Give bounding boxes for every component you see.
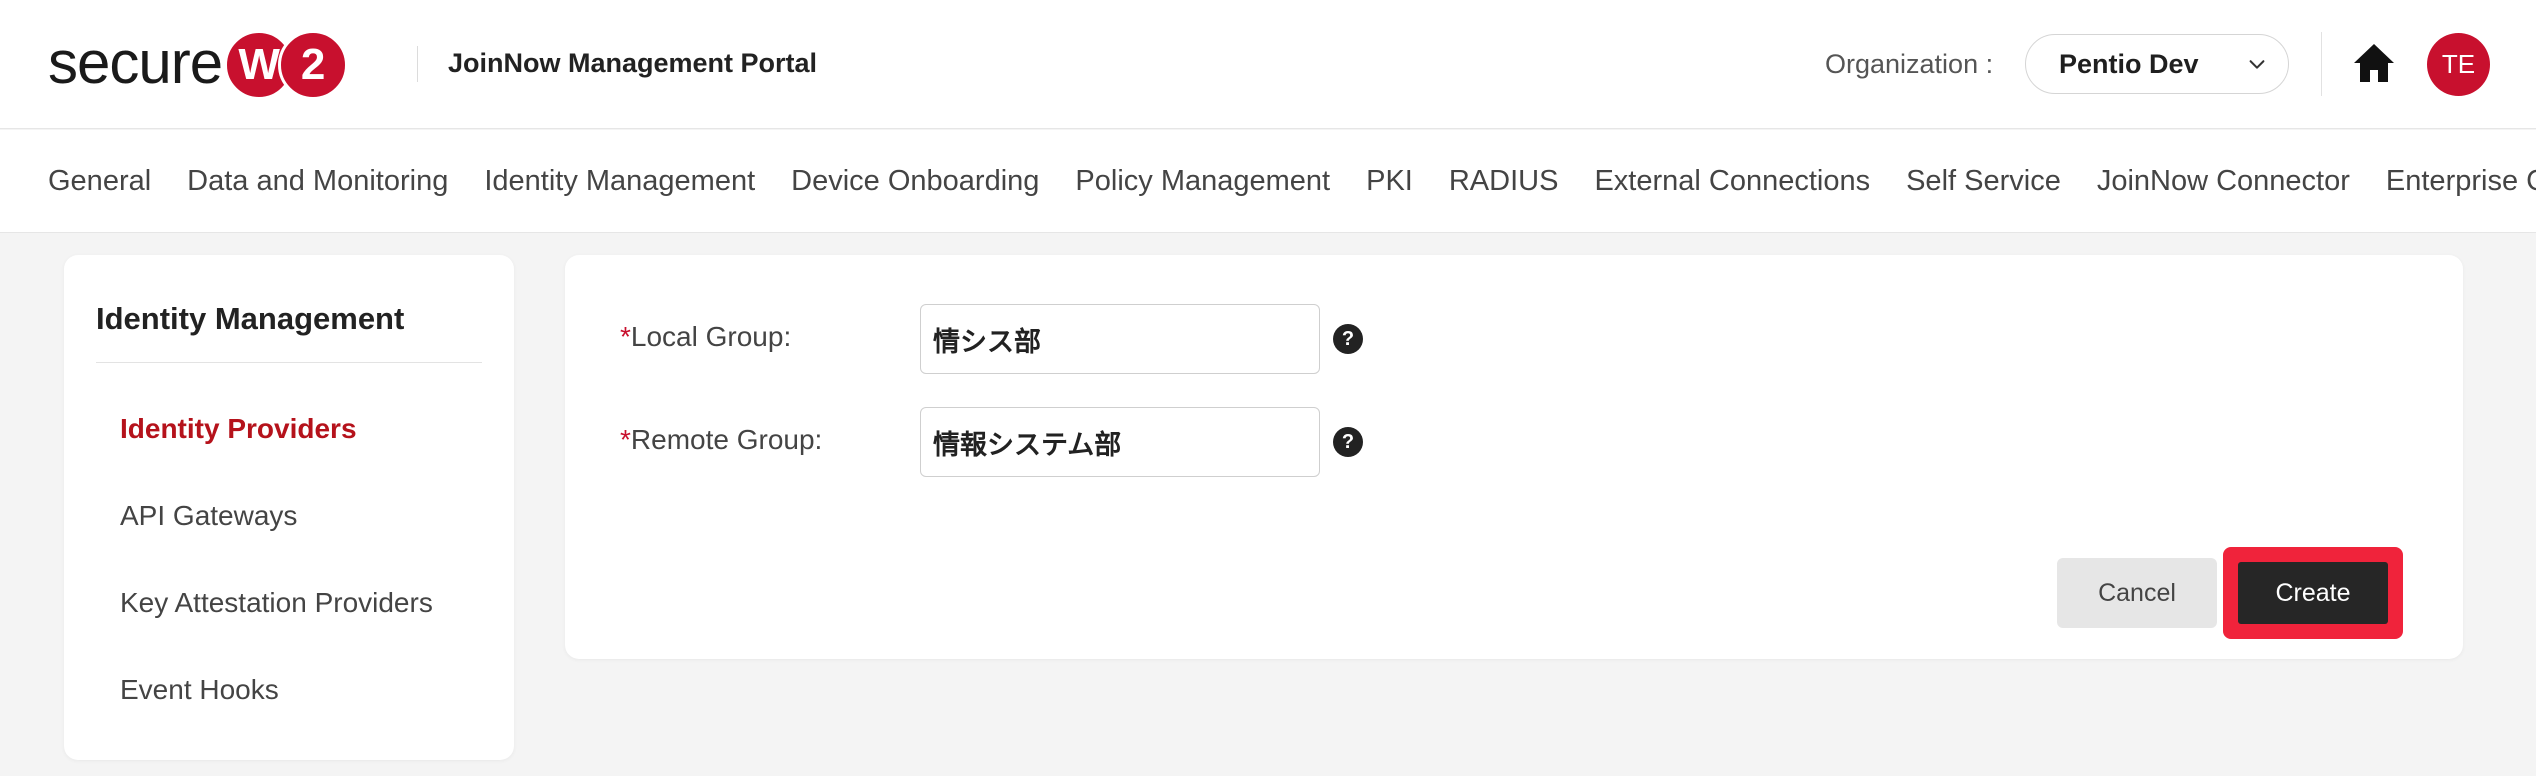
chevron-down-icon: [2249, 60, 2265, 69]
nav-joinnow-connector[interactable]: JoinNow Connector: [2097, 165, 2350, 198]
sidebar-item-identity-providers[interactable]: Identity Providers: [120, 413, 357, 445]
sidebar-item-key-attestation-providers[interactable]: Key Attestation Providers: [120, 587, 433, 619]
nav-enterprise-client[interactable]: Enterprise Client: [2386, 165, 2536, 198]
local-group-input[interactable]: [920, 304, 1320, 374]
help-icon[interactable]: ?: [1333, 324, 1363, 354]
local-group-label-text: Local Group:: [630, 321, 792, 352]
nav-data-and-monitoring[interactable]: Data and Monitoring: [187, 165, 448, 198]
required-marker: *: [620, 424, 631, 455]
organization-label: Organization :: [1825, 49, 1994, 79]
cancel-button[interactable]: Cancel: [2057, 558, 2217, 628]
logo-badge-2: 2: [278, 30, 349, 100]
header-divider: [417, 46, 418, 82]
app-header: secure W 2 JoinNow Management Portal Org…: [0, 0, 2536, 129]
nav-policy-management[interactable]: Policy Management: [1075, 165, 1330, 198]
logo-badge: W 2: [224, 30, 349, 100]
sidebar-item-api-gateways[interactable]: API Gateways: [120, 500, 297, 532]
logo-wordmark: secure: [48, 29, 223, 96]
user-avatar[interactable]: TE: [2427, 33, 2490, 96]
local-group-label: *Local Group:: [620, 321, 791, 353]
nav-general[interactable]: General: [48, 165, 151, 198]
nav-device-onboarding[interactable]: Device Onboarding: [791, 165, 1039, 198]
remote-group-label: *Remote Group:: [620, 424, 822, 456]
nav-identity-management[interactable]: Identity Management: [484, 165, 755, 198]
organization-select[interactable]: Pentio Dev: [2025, 34, 2289, 94]
remote-group-label-text: Remote Group:: [630, 424, 823, 455]
required-marker: *: [620, 321, 631, 352]
nav-self-service[interactable]: Self Service: [1906, 165, 2061, 198]
create-button[interactable]: Create: [2238, 562, 2388, 624]
remote-group-input[interactable]: [920, 407, 1320, 477]
home-icon[interactable]: [2352, 42, 2396, 84]
sidebar-panel: Identity Management Identity Providers A…: [64, 255, 514, 760]
securew2-logo[interactable]: secure W 2: [48, 29, 349, 100]
sidebar-title: Identity Management: [96, 301, 405, 336]
sidebar-divider: [96, 362, 482, 363]
group-mapping-form: *Local Group: ? *Remote Group: ? Cancel …: [565, 255, 2463, 659]
sidebar-item-event-hooks[interactable]: Event Hooks: [120, 674, 279, 706]
help-icon[interactable]: ?: [1333, 427, 1363, 457]
organization-value: Pentio Dev: [2059, 48, 2199, 79]
nav-radius[interactable]: RADIUS: [1449, 165, 1559, 198]
nav-pki[interactable]: PKI: [1366, 165, 1413, 198]
header-divider-right: [2321, 32, 2322, 96]
portal-title: JoinNow Management Portal: [448, 48, 818, 78]
nav-external-connections[interactable]: External Connections: [1594, 165, 1870, 198]
main-nav: General Data and Monitoring Identity Man…: [0, 130, 2536, 233]
create-button-highlight: Create: [2223, 547, 2403, 639]
